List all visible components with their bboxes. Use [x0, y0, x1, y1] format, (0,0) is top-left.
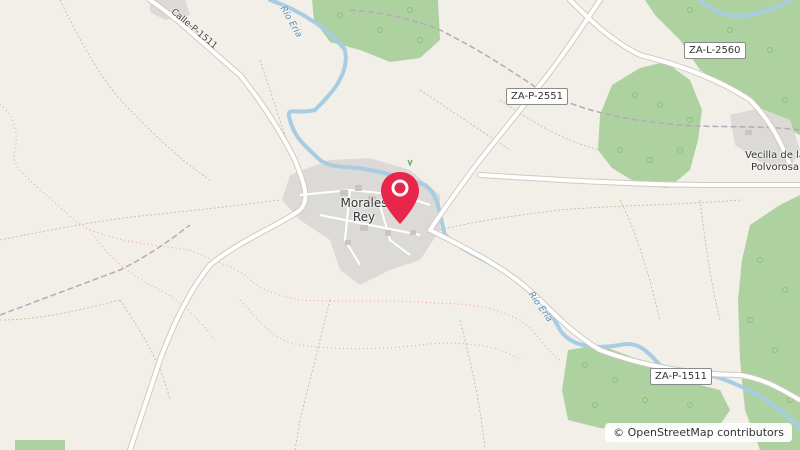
location-pin-icon[interactable]	[378, 170, 422, 226]
road-shield-za-p-2551: ZA-P-2551	[506, 88, 568, 105]
place-label-vecilla-de-la-polvorosa: Vecilla de la Polvorosa	[745, 150, 800, 173]
road-shield-za-p-1511: ZA-P-1511	[650, 368, 712, 385]
map-canvas[interactable]: Calle-P-1511 ZA-P-2551 ZA-L-2560 ZA-P-15…	[0, 0, 800, 450]
boundary-lines	[0, 104, 561, 361]
park-icon	[407, 159, 413, 167]
road-shield-za-l-2560: ZA-L-2560	[684, 42, 746, 59]
map-attribution[interactable]: © OpenStreetMap contributors	[605, 423, 792, 442]
